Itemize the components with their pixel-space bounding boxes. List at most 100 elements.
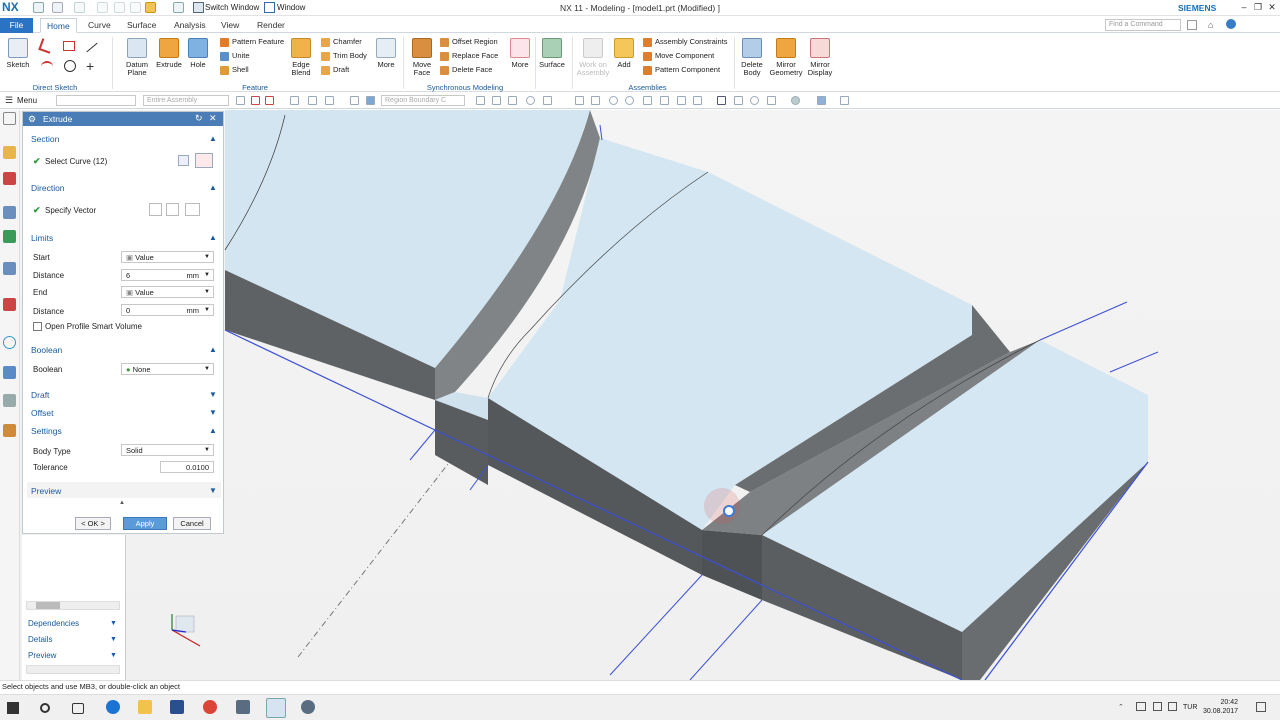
hd3d-tools-icon[interactable] [3, 262, 16, 275]
point-icon[interactable]: + [86, 58, 94, 74]
chevron-up-icon[interactable]: ▲ [209, 134, 217, 143]
roles-icon[interactable] [3, 424, 16, 437]
chevron-up-icon[interactable]: ▲ [209, 426, 217, 435]
section-header[interactable]: Section [31, 134, 59, 144]
add-component-button[interactable]: Add [613, 38, 635, 69]
chevron-down-icon[interactable]: ▼ [110, 652, 117, 659]
circle-icon[interactable] [64, 60, 76, 72]
minimize-icon[interactable]: – [1237, 2, 1251, 13]
tab-analysis[interactable]: Analysis [168, 18, 212, 33]
select-curve-label[interactable]: Select Curve (12) [45, 157, 107, 166]
history-icon[interactable] [3, 336, 16, 349]
task-view-icon[interactable] [72, 703, 84, 714]
tolerance-input[interactable]: 0.0100 [160, 461, 214, 473]
end-distance-input[interactable]: 0 mm ▼ [121, 304, 214, 316]
notification-icon[interactable] [1256, 702, 1266, 712]
chevron-up-icon[interactable]: ▲ [209, 233, 217, 242]
limits-header[interactable]: Limits [31, 233, 53, 243]
edge-browser-icon[interactable] [106, 700, 120, 714]
direction-header[interactable]: Direction [31, 183, 65, 193]
extrude-button[interactable]: Extrude [154, 38, 184, 69]
offset-header[interactable]: Offset [31, 408, 54, 418]
chevron-down-icon[interactable]: ▼ [204, 270, 210, 281]
close-icon[interactable]: ✕ [209, 113, 217, 124]
delete-body-button[interactable]: Delete Body [737, 38, 767, 77]
edge-blend-button[interactable]: Edge Blend [285, 38, 317, 77]
view-icon[interactable] [791, 96, 800, 105]
select-icon[interactable] [236, 96, 245, 105]
file-explorer-icon[interactable] [138, 700, 152, 714]
selection-scope-dropdown[interactable]: Entire Assembly [143, 95, 229, 106]
view-icon[interactable] [840, 96, 849, 105]
datum-plane-button[interactable]: Datum Plane [120, 38, 154, 77]
view-icon[interactable] [717, 96, 726, 105]
snap-icon[interactable] [526, 96, 535, 105]
settings-header[interactable]: Settings [31, 426, 62, 436]
snap-icon[interactable] [492, 96, 501, 105]
refresh-icon[interactable] [750, 96, 759, 105]
select-icon[interactable] [350, 96, 359, 105]
vector-dialog-icon[interactable] [166, 203, 179, 216]
gear-icon[interactable]: ⚙ [28, 114, 36, 125]
hole-button[interactable]: Hole [186, 38, 210, 69]
delete-face-button[interactable]: Delete Face [440, 64, 492, 76]
trim-body-button[interactable]: Trim Body [321, 50, 367, 62]
settings-icon[interactable] [301, 700, 315, 714]
mirror-geometry-button[interactable]: Mirror Geometry [768, 38, 804, 77]
arc-icon[interactable] [41, 61, 53, 69]
horizontal-scrollbar[interactable] [26, 665, 120, 674]
part-navigator-icon[interactable] [3, 146, 16, 159]
chevron-up-icon[interactable]: ▲ [209, 183, 217, 192]
windows-start-icon[interactable] [7, 702, 19, 714]
tab-home[interactable]: Home [40, 18, 77, 33]
maximize-icon[interactable]: ❐ [1251, 2, 1265, 13]
gear-icon[interactable] [3, 112, 16, 125]
curve-select-icon[interactable] [195, 153, 213, 168]
specify-vector-label[interactable]: Specify Vector [45, 206, 96, 215]
tab-render[interactable]: Render [251, 18, 291, 33]
start-distance-input[interactable]: 6 mm ▼ [121, 269, 214, 281]
network-icon[interactable] [1136, 702, 1146, 711]
type-filter-dropdown[interactable] [56, 95, 136, 106]
tab-file[interactable]: File [0, 18, 33, 33]
show-hidden-icon[interactable]: ⌃ [1118, 703, 1124, 711]
render-style-icon[interactable] [817, 96, 826, 105]
snap-icon[interactable] [693, 96, 702, 105]
draft-button[interactable]: Draft [321, 64, 349, 76]
find-command-input[interactable]: Find a Command [1105, 19, 1181, 31]
select-icon[interactable] [290, 96, 299, 105]
app-icon[interactable] [236, 700, 250, 714]
select-icon[interactable] [366, 96, 375, 105]
line-icon[interactable] [86, 42, 98, 53]
snap-icon[interactable] [609, 96, 618, 105]
search-icon[interactable] [40, 703, 50, 713]
offset-region-button[interactable]: Offset Region [440, 36, 498, 48]
volume-icon[interactable] [1153, 702, 1162, 711]
sketch-section-icon[interactable] [178, 155, 189, 166]
assembly-navigator-icon[interactable] [3, 172, 16, 185]
menu-icon[interactable]: ☰ [5, 95, 13, 106]
store-icon[interactable] [170, 700, 184, 714]
unite-button[interactable]: Unite [220, 50, 250, 62]
shell-button[interactable]: Shell [220, 64, 249, 76]
pattern-component-button[interactable]: Pattern Component [643, 64, 720, 76]
chevron-down-icon[interactable]: ▼ [209, 486, 217, 495]
constraint-navigator-icon[interactable] [3, 206, 16, 219]
scrollbar-thumb[interactable] [36, 602, 60, 609]
chevron-down-icon[interactable]: ▼ [209, 408, 217, 417]
snap-icon[interactable] [476, 96, 485, 105]
tab-view[interactable]: View [215, 18, 245, 33]
input-language[interactable]: TUR [1183, 704, 1197, 711]
chevron-down-icon[interactable]: ▼ [110, 636, 117, 643]
reuse-library-icon[interactable] [3, 230, 16, 243]
chamfer-button[interactable]: Chamfer [321, 36, 362, 48]
select-icon[interactable] [325, 96, 334, 105]
feature-more-button[interactable]: More [374, 38, 398, 69]
sketch-button[interactable]: Sketch [4, 38, 32, 69]
keyboard-icon[interactable] [1168, 702, 1177, 711]
body-type-dropdown[interactable]: Solid ▼ [121, 444, 214, 456]
end-dropdown[interactable]: ▣ Value ▼ [121, 286, 214, 298]
clock[interactable]: 20:42 30.08.2017 [1203, 698, 1238, 716]
snap-icon[interactable] [543, 96, 552, 105]
work-on-assembly-button[interactable]: Work on Assembly [576, 38, 610, 77]
